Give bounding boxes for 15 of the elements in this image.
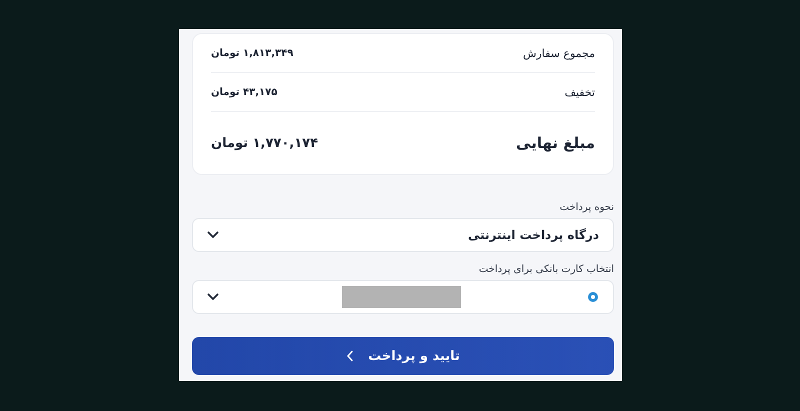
bank-card-dropdown[interactable] [192,280,614,314]
chevron-down-icon [207,293,219,301]
summary-amount: ۱,۸۱۳,۳۴۹ تومان [211,48,294,58]
summary-amount: ۱,۷۷۰,۱۷۴ تومان [211,136,318,150]
confirm-pay-button[interactable]: تایید و پرداخت [192,337,614,375]
summary-amount: ۴۳,۱۷۵ تومان [211,86,278,98]
payment-method-dropdown[interactable]: درگاه پرداخت اینترنتی [192,218,614,252]
summary-label: مجموع سفارش [523,46,595,60]
field-label: انتخاب کارت بانکی برای پرداخت [478,264,614,275]
bank-logo-icon [587,291,599,303]
field-label: نحوه پرداخت [560,202,614,213]
chevron-left-icon [346,350,354,362]
summary-label: تخفیف [564,86,595,98]
summary-label: مبلغ نهایی [516,134,595,152]
chevron-down-icon [207,231,219,239]
